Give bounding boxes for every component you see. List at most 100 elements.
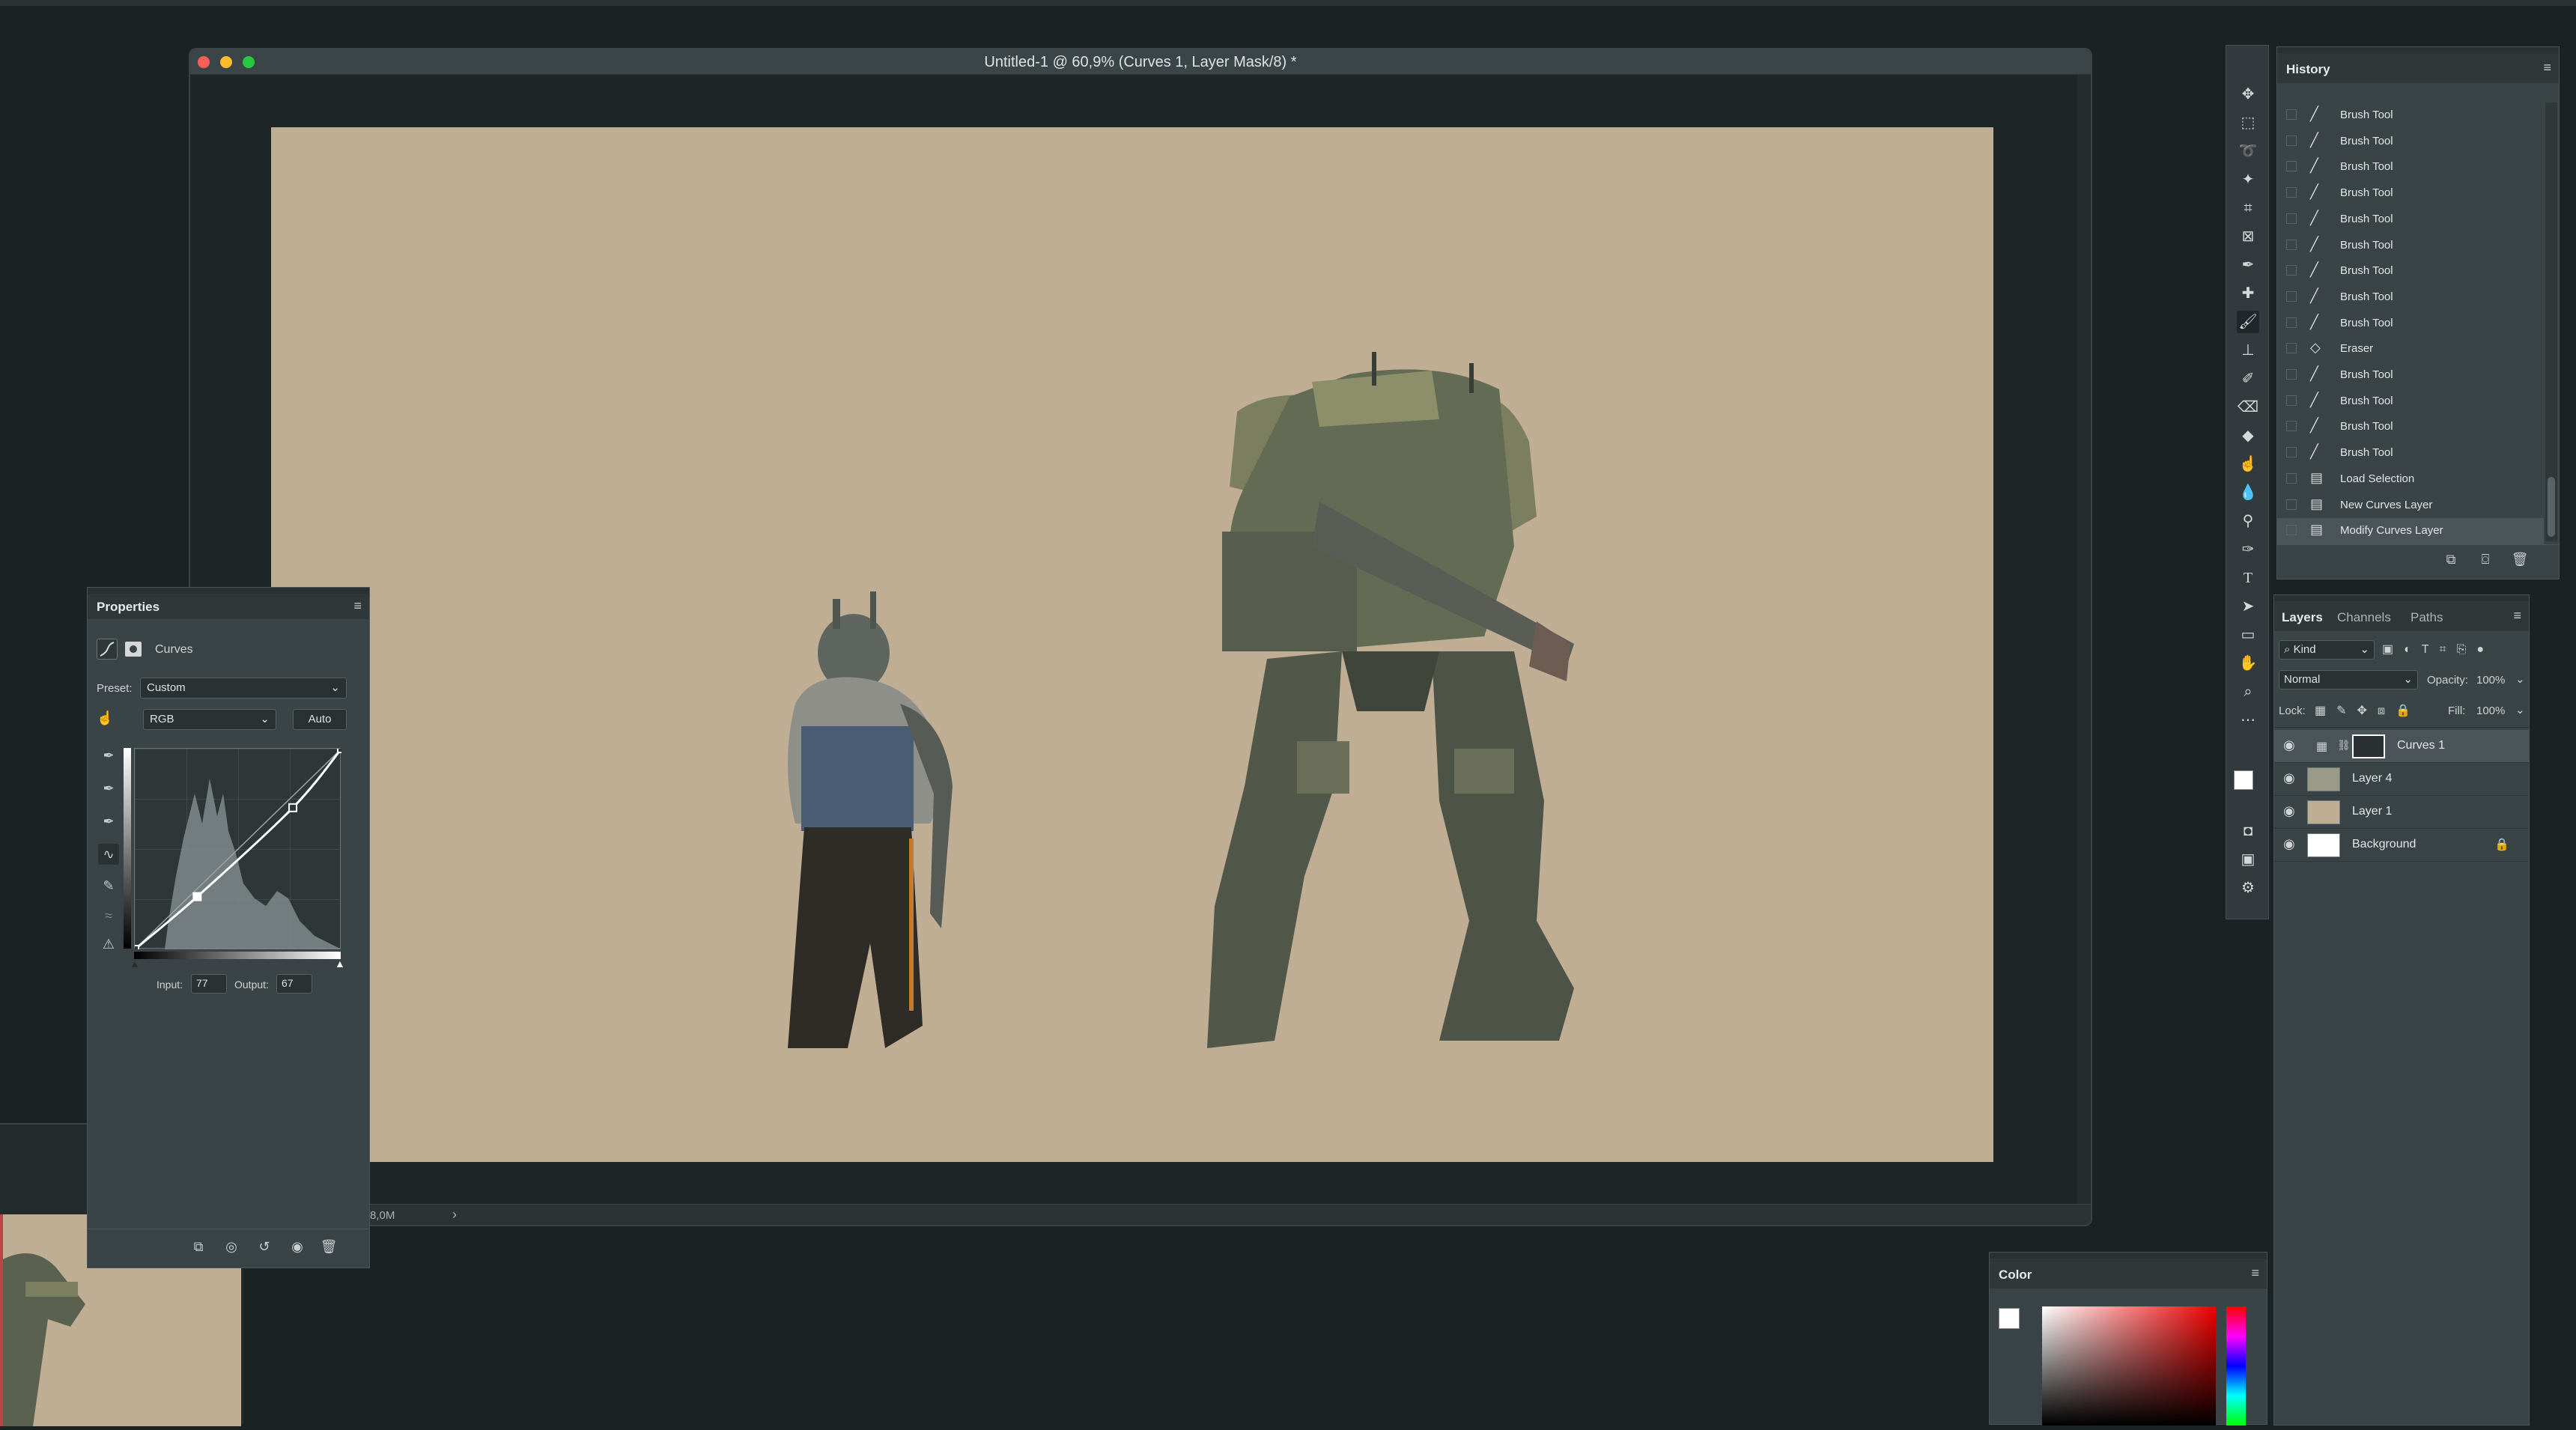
history-brush-source-checkbox[interactable] — [2286, 161, 2297, 172]
filter-type-icons[interactable]: ▣◐T⌗⎘● — [2382, 642, 2494, 657]
history-item[interactable]: ╱ Brush Tool — [2277, 258, 2544, 285]
layer-name[interactable]: Layer 4 — [2352, 772, 2392, 785]
layer-thumbnail[interactable] — [2307, 833, 2340, 857]
trash-icon[interactable]: 🗑 — [2509, 549, 2530, 570]
history-item[interactable]: ╱ Brush Tool — [2277, 389, 2544, 415]
curve-control-point[interactable] — [337, 744, 346, 753]
preset-select[interactable]: Custom ⌄ — [140, 678, 347, 699]
new-document-from-state-icon[interactable]: ⧉ — [2440, 549, 2461, 570]
fill-value[interactable]: 100% — [2476, 705, 2505, 717]
history-brush-source-checkbox[interactable] — [2286, 395, 2297, 406]
layer-row[interactable]: ◉ ▦ ⛓ Curves 1 — [2274, 730, 2529, 763]
panel-menu-icon[interactable]: ≡ — [2251, 1265, 2259, 1281]
opacity-value[interactable]: 100% — [2476, 674, 2505, 687]
visibility-icon[interactable]: ◉ — [287, 1236, 308, 1257]
history-brush-source-checkbox[interactable] — [2286, 135, 2297, 146]
layers-panel-grip[interactable] — [2274, 595, 2529, 601]
layer-name[interactable]: Background — [2352, 838, 2416, 851]
layer-row[interactable]: ◉ Background 🔒 — [2274, 829, 2529, 862]
document-titlebar[interactable]: Untitled-1 @ 60,9% (Curves 1, Layer Mask… — [190, 49, 2091, 75]
curve-control-point[interactable] — [130, 945, 139, 954]
history-brush-source-checkbox[interactable] — [2286, 343, 2297, 354]
screen-mode-icon[interactable]: ▣ — [2237, 848, 2259, 871]
history-brush-source-checkbox[interactable] — [2286, 525, 2297, 536]
input-field[interactable]: 77 — [191, 974, 227, 994]
draw-curve-icon[interactable]: ✎ — [98, 875, 119, 896]
eraser-tool-icon[interactable]: ⌫ — [2237, 396, 2259, 419]
on-image-adjustment-icon[interactable]: ☝ — [97, 711, 119, 730]
blend-mode-select[interactable]: Normal ⌄ — [2279, 670, 2418, 690]
history-item[interactable]: ╱ Brush Tool — [2277, 154, 2544, 180]
more-tools-icon[interactable]: ⋯ — [2237, 709, 2259, 731]
chevron-down-icon[interactable]: ⌄ — [2515, 672, 2525, 686]
history-scrollbar[interactable] — [2545, 103, 2557, 541]
tab-layers[interactable]: Layers — [2282, 610, 2323, 625]
frame-tool-icon[interactable]: ⊠ — [2237, 225, 2259, 248]
history-item[interactable]: ╱ Brush Tool — [2277, 129, 2544, 155]
path-selection-tool-icon[interactable]: ➤ — [2237, 595, 2259, 618]
canvas[interactable] — [271, 127, 1993, 1162]
eye-icon[interactable]: ◉ — [2283, 836, 2295, 852]
history-brush-tool-icon[interactable]: ✐ — [2237, 368, 2259, 390]
history-brush-source-checkbox[interactable] — [2286, 499, 2297, 510]
color-panel-grip[interactable] — [1990, 1253, 2267, 1259]
quick-mask-icon[interactable]: ◘ — [2237, 820, 2259, 842]
history-item[interactable]: ▤ New Curves Layer — [2277, 493, 2544, 519]
chevron-down-icon[interactable]: ⌄ — [2515, 703, 2525, 716]
curves-graph[interactable] — [130, 744, 346, 954]
black-input-slider-icon[interactable]: ▲ — [130, 958, 140, 970]
history-item[interactable]: ╱ Brush Tool — [2277, 233, 2544, 259]
history-brush-source-checkbox[interactable] — [2286, 369, 2297, 380]
eye-icon[interactable]: ◉ — [2283, 737, 2295, 753]
clipping-warning-icon[interactable]: ⚠ — [98, 934, 119, 955]
white-input-slider-icon[interactable]: ▲ — [335, 958, 345, 970]
properties-panel-grip[interactable] — [88, 588, 369, 594]
history-brush-source-checkbox[interactable] — [2286, 290, 2297, 302]
smooth-curve-icon[interactable]: ≈ — [98, 905, 119, 926]
edit-points-icon[interactable]: ∿ — [98, 844, 119, 865]
dodge-tool-icon[interactable]: ⚲ — [2237, 510, 2259, 532]
sample-black-point-icon[interactable]: ✒ — [98, 745, 119, 766]
eye-icon[interactable]: ◉ — [2283, 770, 2295, 786]
history-brush-source-checkbox[interactable] — [2286, 265, 2297, 276]
type-tool-icon[interactable]: T — [2237, 567, 2259, 589]
foreground-color-swatch[interactable] — [1999, 1308, 2020, 1329]
layer-mask-icon[interactable] — [125, 642, 142, 657]
healing-brush-tool-icon[interactable]: ✚ — [2237, 282, 2259, 305]
camera-icon[interactable]: ⌼ — [2475, 549, 2496, 570]
history-item[interactable]: ╱ Brush Tool — [2277, 362, 2544, 389]
history-brush-source-checkbox[interactable] — [2286, 421, 2297, 432]
channel-select[interactable]: RGB ⌄ — [143, 709, 276, 730]
view-previous-state-icon[interactable]: ◎ — [221, 1236, 242, 1257]
stamp-tool-icon[interactable]: ⊥ — [2237, 339, 2259, 362]
layer-thumbnail[interactable] — [2307, 767, 2340, 791]
history-panel-grip[interactable] — [2277, 47, 2559, 53]
paint-bucket-tool-icon[interactable]: ◆ — [2237, 425, 2259, 447]
history-brush-source-checkbox[interactable] — [2286, 447, 2297, 458]
history-item[interactable]: ╱ Brush Tool — [2277, 103, 2544, 129]
link-icon[interactable]: ⛓ — [2337, 739, 2351, 752]
clip-to-layer-icon[interactable]: ⧉ — [188, 1236, 209, 1257]
brush-tool-icon[interactable]: 🖌 — [2237, 311, 2259, 333]
magic-wand-tool-icon[interactable]: ✦ — [2237, 168, 2259, 191]
crop-tool-icon[interactable]: ⌗ — [2237, 197, 2259, 219]
layer-mask-thumbnail[interactable] — [2352, 734, 2385, 758]
hand-tool-icon[interactable]: ✋ — [2237, 652, 2259, 675]
history-brush-source-checkbox[interactable] — [2286, 239, 2297, 250]
artboard-icon[interactable]: ⚙ — [2237, 877, 2259, 899]
curves-plot[interactable] — [130, 744, 346, 954]
history-brush-source-checkbox[interactable] — [2286, 109, 2297, 120]
sample-gray-point-icon[interactable]: ✒ — [98, 778, 119, 799]
tab-channels[interactable]: Channels — [2337, 610, 2391, 625]
curves-adjustment-icon[interactable] — [97, 639, 118, 660]
layer-name[interactable]: Layer 1 — [2352, 805, 2392, 818]
reset-icon[interactable]: ↺ — [254, 1236, 275, 1257]
history-item[interactable]: ╱ Brush Tool — [2277, 180, 2544, 207]
history-brush-source-checkbox[interactable] — [2286, 472, 2297, 484]
history-item[interactable]: ╱ Brush Tool — [2277, 207, 2544, 233]
pen-tool-icon[interactable]: ✑ — [2237, 538, 2259, 561]
tab-color[interactable]: Color — [1999, 1268, 2032, 1283]
curve-control-point[interactable] — [288, 803, 298, 812]
zoom-tool-icon[interactable]: ⌕ — [2237, 681, 2259, 703]
tab-properties[interactable]: Properties — [97, 600, 160, 615]
